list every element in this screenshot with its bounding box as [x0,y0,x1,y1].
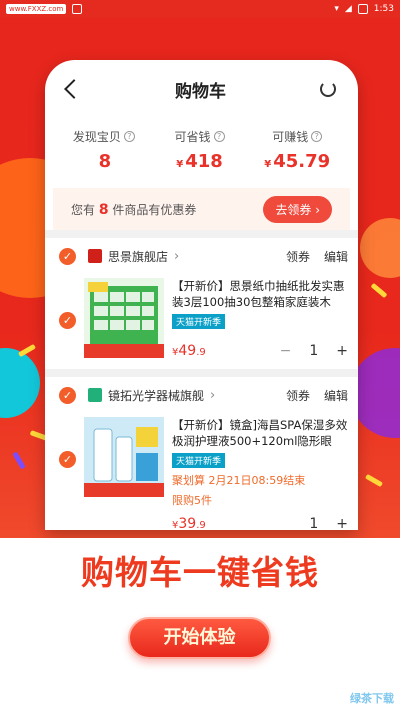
cart-item: ✓ 【开新价】思景纸巾抽纸批发实惠装3层100抽30包整箱家庭装木 天猫开新季 … [45,274,358,359]
clock: 1:53 [373,4,394,14]
quantity-stepper: 1 + [309,516,348,530]
store-icon [88,388,102,402]
stat-save: 可省钱? ¥418 [175,128,225,188]
item-price: ¥39.9 [172,516,206,530]
stat-earn: 可赚钱? ¥45.79 [264,128,330,188]
top-bar: 购物车 [45,60,358,118]
increment-button[interactable]: + [336,343,348,359]
currency: ¥ [176,159,184,170]
coupon-text: 您有 8 件商品有优惠券 [71,201,196,218]
shop-header: ✓ 思景旗舰店 › 领券 编辑 [45,238,358,274]
quantity-stepper: − 1 + [280,343,348,359]
increment-button[interactable]: + [336,516,348,530]
notification-icon [72,4,83,14]
chevron-right-icon[interactable]: › [174,249,179,264]
divider [45,230,358,238]
item-title[interactable]: 【开新价】镜盒]海昌SPA保湿多效极润护理液500+120ml隐形眼 [172,417,348,449]
coupon-suffix: 件商品有优惠券 [112,202,197,217]
item-title[interactable]: 【开新价】思景纸巾抽纸批发实惠装3层100抽30包整箱家庭装木 [172,278,348,310]
item-price: ¥49.9 [172,343,206,359]
help-icon[interactable]: ? [123,131,135,142]
stat-value: 8 [98,151,112,172]
divider [45,369,358,377]
start-button[interactable]: 开始体验 [128,617,271,659]
decor-blob [0,348,40,418]
checkbox-checked-icon[interactable]: ✓ [59,312,76,329]
checkbox-checked-icon[interactable]: ✓ [59,386,76,404]
site-badge: www.FXXZ.com [6,4,67,14]
price-dec: .9 [196,347,206,358]
shop-edit-link[interactable]: 编辑 [324,248,348,265]
get-coupon-button[interactable]: 去领券 › [263,195,332,223]
flash-sale-note: 聚划算 2月21日08:59结束 [172,474,306,487]
quantity-value[interactable]: 1 [309,516,318,530]
product-image[interactable] [84,278,164,358]
checkbox-checked-icon[interactable]: ✓ [59,451,76,468]
slogan: 购物车一键省钱 [81,553,319,592]
price-int: 49 [178,343,197,359]
chevron-right-icon[interactable]: › [210,388,215,403]
promo-tag: 天猫开新季 [172,453,226,468]
quantity-value[interactable]: 1 [309,343,318,359]
battery-icon [357,4,368,14]
shop-coupon-link[interactable]: 领券 [286,387,310,404]
refresh-icon[interactable] [320,81,336,97]
tmall-icon [88,249,102,263]
coupon-prefix: 您有 [71,202,96,217]
shop-coupon-link[interactable]: 领券 [286,248,310,265]
wifi-icon: ▾ [334,4,339,14]
purchase-limit-note: 限购5件 [172,494,212,507]
decor-blob [360,218,400,278]
coupon-count: 8 [98,201,109,218]
stat-value: 45.79 [273,151,331,172]
stat-value: 418 [185,151,223,172]
shop-edit-link[interactable]: 编辑 [324,387,348,404]
stats-row: 发现宝贝? 8 可省钱? ¥418 可赚钱? ¥45.79 [45,118,358,188]
cart-item: ✓ 【开新价】镜盒]海昌SPA保湿多效极润护理液500+120ml隐形眼 天猫开… [45,413,358,530]
confetti [12,451,26,470]
stat-label: 可赚钱 [272,130,309,144]
page-title: 购物车 [175,81,226,102]
help-icon[interactable]: ? [213,131,225,142]
cart-screen: 购物车 发现宝贝? 8 可省钱? ¥418 可赚钱? ¥45.79 您有 8 件… [45,60,358,530]
checkbox-checked-icon[interactable]: ✓ [59,247,76,265]
product-image[interactable] [84,417,164,497]
coupon-strip: 您有 8 件商品有优惠券 去领券 › [53,188,350,230]
promo-tag: 天猫开新季 [172,314,226,329]
signal-icon: ◢ [344,4,352,14]
back-icon[interactable] [64,79,84,99]
help-icon[interactable]: ? [311,131,323,142]
price-dec: .9 [196,520,206,530]
stat-found: 发现宝贝? 8 [73,128,135,188]
currency: ¥ [264,159,272,170]
confetti [364,473,384,488]
shop-name[interactable]: 镜拓光学器械旗舰 [108,387,204,404]
price-int: 39 [178,516,197,530]
watermark: 绿茶下载 [350,692,394,705]
shop-header: ✓ 镜拓光学器械旗舰 › 领券 编辑 [45,377,358,413]
decrement-button[interactable]: − [280,343,292,359]
shop-name[interactable]: 思景旗舰店 [108,248,168,265]
confetti [370,282,388,299]
stat-label: 可省钱 [174,130,211,144]
status-bar: www.FXXZ.com ▾ ◢ 1:53 [0,0,400,18]
stat-label: 发现宝贝 [72,130,121,144]
